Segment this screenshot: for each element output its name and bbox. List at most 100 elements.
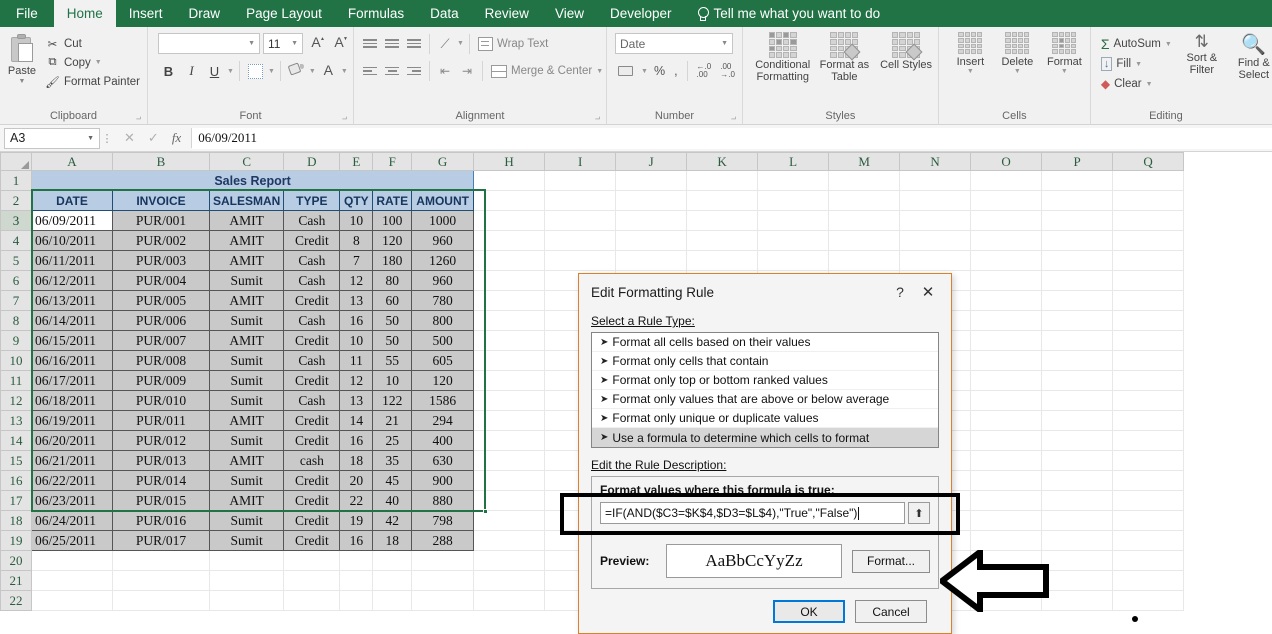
row-header-15[interactable]: 15 [0,450,32,471]
fill-color-caret-icon[interactable]: ▼ [309,68,316,75]
rule-type-item-3[interactable]: ➤ Format only values that are above or be… [592,390,938,409]
cell-invoice-6[interactable]: PUR/004 [112,270,210,291]
cell-m1[interactable] [828,170,901,191]
cell-p17[interactable] [1041,490,1114,511]
cell-h4[interactable] [473,230,546,251]
fill-caret-icon[interactable]: ▼ [1135,61,1142,68]
cell-amount-11[interactable]: 120 [411,370,475,391]
cell-j2[interactable] [615,190,688,211]
cell-salesman-4[interactable]: AMIT [208,230,285,251]
column-header-g[interactable]: G [411,152,475,171]
row-header-12[interactable]: 12 [0,390,32,411]
cell-rate-18[interactable]: 42 [372,510,413,531]
cell-type-16[interactable]: Credit [283,470,341,491]
cell-h19[interactable] [473,530,546,551]
cell-h12[interactable] [473,390,546,411]
cell-j4[interactable] [615,230,688,251]
select-all-corner[interactable] [0,152,32,171]
cancel-edit-icon[interactable]: ✕ [124,130,135,146]
cell-type-8[interactable]: Cash [283,310,341,331]
wrap-text-button[interactable]: Wrap Text [475,34,551,53]
header-date[interactable]: DATE [31,190,113,211]
cell-k1[interactable] [686,170,759,191]
increase-decimal-button[interactable]: ←.0.00 [694,61,715,81]
increase-font-size-icon[interactable]: A [306,34,326,54]
insert-function-icon[interactable]: fx [172,130,181,146]
row-header-13[interactable]: 13 [0,410,32,431]
cell-salesman-5[interactable]: AMIT [208,250,285,271]
cell-date-11[interactable]: 06/17/2011 [31,370,113,391]
dialog-title-bar[interactable]: Edit Formatting Rule ? ✕ [579,274,951,310]
align-right-button[interactable] [404,61,424,81]
cell-qty-17[interactable]: 22 [339,490,374,511]
cell-invoice-9[interactable]: PUR/007 [112,330,210,351]
cell-type-3[interactable]: Cash [283,210,341,231]
cell-q6[interactable] [1112,270,1185,291]
cell-o7[interactable] [970,290,1043,311]
cell-h13[interactable] [473,410,546,431]
column-header-d[interactable]: D [283,152,341,171]
cell-qty-14[interactable]: 16 [339,430,374,451]
cell-qty-16[interactable]: 20 [339,470,374,491]
row-header-3[interactable]: 3 [0,210,32,231]
cell-p1[interactable] [1041,170,1114,191]
cell-amount-7[interactable]: 780 [411,290,475,311]
cell-rate-5[interactable]: 180 [372,250,413,271]
cell-rate-11[interactable]: 10 [372,370,413,391]
column-header-k[interactable]: K [686,152,759,171]
align-top-button[interactable] [360,34,380,54]
header-rate[interactable]: RATE [372,190,413,211]
cell-n5[interactable] [899,250,972,271]
cell-q4[interactable] [1112,230,1185,251]
cell-n2[interactable] [899,190,972,211]
format-as-table-button[interactable]: Format as Table [817,32,873,83]
cell-salesman-10[interactable]: Sumit [208,350,285,371]
cell-type-7[interactable]: Credit [283,290,341,311]
close-icon[interactable]: ✕ [913,283,943,301]
accounting-caret-icon[interactable]: ▼ [641,68,648,75]
cell-rate-9[interactable]: 50 [372,330,413,351]
cell-date-5[interactable]: 06/11/2011 [31,250,113,271]
cell-g20[interactable] [411,550,475,571]
percent-style-button[interactable]: % [651,61,668,81]
cell-o12[interactable] [970,390,1043,411]
cell-date-12[interactable]: 06/18/2011 [31,390,113,411]
cell-invoice-19[interactable]: PUR/017 [112,530,210,551]
comma-style-button[interactable]: , [671,61,680,81]
column-header-l[interactable]: L [757,152,830,171]
cell-amount-8[interactable]: 800 [411,310,475,331]
cell-invoice-16[interactable]: PUR/014 [112,470,210,491]
cell-h15[interactable] [473,450,546,471]
tab-draw[interactable]: Draw [176,0,234,27]
row-header-11[interactable]: 11 [0,370,32,391]
cell-o2[interactable] [970,190,1043,211]
cell-type-10[interactable]: Cash [283,350,341,371]
cell-q5[interactable] [1112,250,1185,271]
cell-d22[interactable] [283,590,341,611]
cell-f22[interactable] [372,590,413,611]
insert-cells-button[interactable]: Insert ▼ [949,32,992,75]
cell-qty-19[interactable]: 16 [339,530,374,551]
cell-invoice-4[interactable]: PUR/002 [112,230,210,251]
cell-o1[interactable] [970,170,1043,191]
cell-o17[interactable] [970,490,1043,511]
cell-amount-4[interactable]: 960 [411,230,475,251]
cell-rate-4[interactable]: 120 [372,230,413,251]
cell-amount-18[interactable]: 798 [411,510,475,531]
cell-invoice-15[interactable]: PUR/013 [112,450,210,471]
cell-type-18[interactable]: Credit [283,510,341,531]
cell-h16[interactable] [473,470,546,491]
cell-c21[interactable] [209,570,285,591]
rule-type-item-0[interactable]: ➤ Format all cells based on their values [592,333,938,352]
row-header-2[interactable]: 2 [0,190,32,211]
cell-d21[interactable] [283,570,341,591]
copy-button[interactable]: ⧉ Copy ▼ [42,53,143,72]
cell-type-17[interactable]: Credit [283,490,341,511]
tab-insert[interactable]: Insert [116,0,176,27]
cell-type-9[interactable]: Credit [283,330,341,351]
cell-salesman-7[interactable]: AMIT [208,290,285,311]
cell-date-13[interactable]: 06/19/2011 [31,410,113,431]
merge-center-caret-icon[interactable]: ▼ [596,68,603,75]
cell-o13[interactable] [970,410,1043,431]
cell-type-13[interactable]: Credit [283,410,341,431]
